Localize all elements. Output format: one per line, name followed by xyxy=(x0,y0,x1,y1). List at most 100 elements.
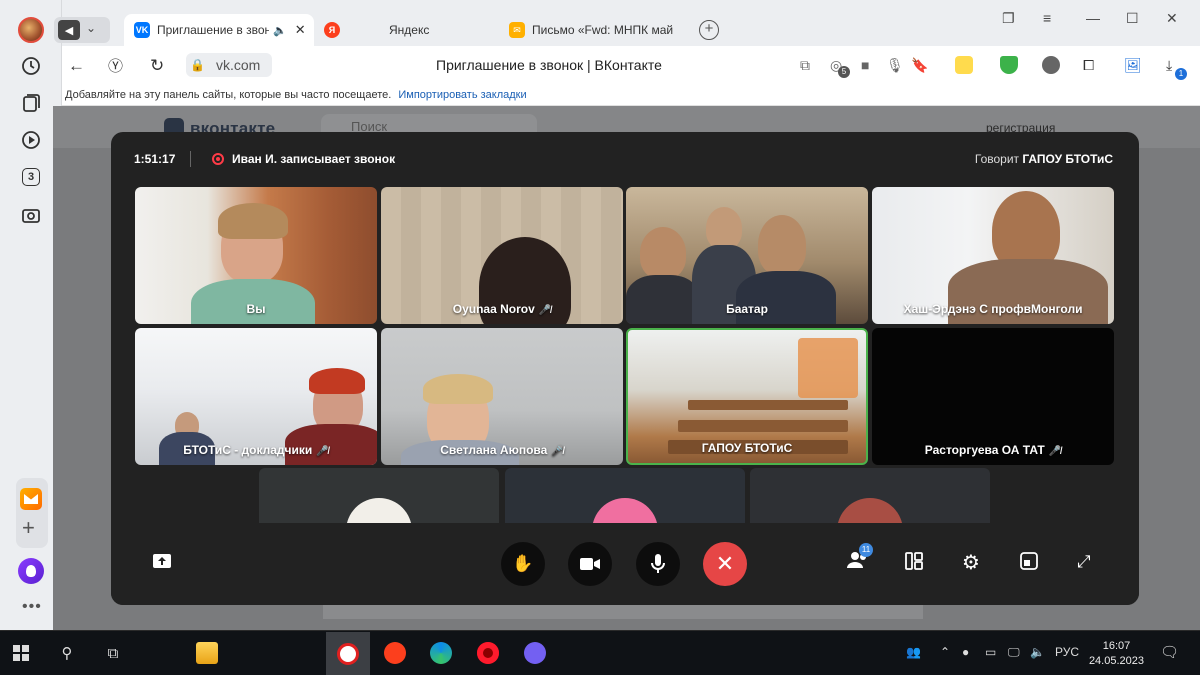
file-explorer-icon[interactable] xyxy=(194,640,220,666)
tray-app-icon[interactable]: ● xyxy=(962,645,969,659)
windows-start-icon[interactable] xyxy=(8,640,34,666)
video-call-window: 1:51:17 Иван И. записывает звонок Говори… xyxy=(111,132,1139,605)
minimize-button[interactable]: — xyxy=(1086,10,1100,26)
translate-icon[interactable]: ⧉ xyxy=(800,57,810,74)
microphone-toggle-button[interactable] xyxy=(636,542,680,586)
participant-tile-partial[interactable] xyxy=(750,468,990,523)
reload-button[interactable]: ↻ xyxy=(150,56,164,76)
profile-avatar[interactable] xyxy=(18,17,44,43)
tab-mail[interactable]: ✉ Письмо «Fwd: МНПК май xyxy=(499,14,689,46)
raise-hand-button[interactable]: ✋ xyxy=(501,542,545,586)
camera-icon[interactable]: ■ xyxy=(861,57,869,73)
add-app-icon[interactable]: + xyxy=(22,517,35,539)
participant-tile[interactable]: Хаш-Эрдэнэ С профвМонголи xyxy=(872,187,1114,324)
bookmarks-bar: Добавляйте на эту панель сайты, которые … xyxy=(62,86,1200,106)
back-button[interactable]: ← xyxy=(68,56,85,76)
history-icon[interactable] xyxy=(19,54,43,78)
puzzle-ext-icon[interactable]: ⧠ xyxy=(1083,57,1094,74)
participant-name: ГАПОУ БТОТиС xyxy=(701,441,793,455)
end-call-button[interactable]: ✕ xyxy=(703,542,747,586)
participant-tile[interactable]: БТОТиС - докладчики 🎤̸ xyxy=(135,328,377,465)
mic-muted-icon: 🎤̸ xyxy=(316,446,329,457)
counter-icon[interactable]: 3 xyxy=(19,165,43,189)
bookmark-panel-icon[interactable]: ❐ xyxy=(1002,10,1015,27)
participant-tile[interactable]: Светлана Аюпова 🎤̸ xyxy=(381,328,623,465)
header-divider xyxy=(190,151,191,167)
settings-gear-icon[interactable]: ⚙ xyxy=(962,550,980,575)
share-screen-icon[interactable] xyxy=(152,552,172,575)
tab-audio-icon[interactable]: 🔈 xyxy=(273,24,287,37)
participant-tile[interactable]: Расторгуева ОА ТАТ 🎤̸ xyxy=(872,328,1114,465)
bookmark-icon[interactable]: 🔖 xyxy=(911,57,928,74)
recording-icon xyxy=(212,153,224,165)
participant-tile-partial[interactable] xyxy=(259,468,499,523)
shield-ext-icon[interactable] xyxy=(1000,56,1018,74)
alice-assistant-icon[interactable] xyxy=(18,558,44,584)
participant-avatar xyxy=(346,498,412,523)
tab-close-icon[interactable]: ✕ xyxy=(295,22,306,38)
network-icon[interactable]: 🖵 xyxy=(1008,645,1020,660)
opera-browser-icon[interactable] xyxy=(475,640,501,666)
tab-vk-call[interactable]: VK Приглашение в звонок 🔈 ✕ xyxy=(124,14,314,46)
recording-status: Иван И. записывает звонок xyxy=(232,152,396,166)
search-icon[interactable]: ⚲ xyxy=(54,640,80,666)
participant-tile[interactable]: Вы xyxy=(135,187,377,324)
microphone-icon[interactable]: 🎙 xyxy=(886,57,904,74)
fullscreen-icon[interactable]: ⤢ xyxy=(1077,552,1091,572)
task-view-icon[interactable]: ⧉ xyxy=(100,640,126,666)
participant-name: Вы xyxy=(246,302,266,316)
yandex-ext-icon[interactable] xyxy=(955,56,973,74)
address-bar: ← Ⓨ ↻ vk.com 🔒 Приглашение в звонок | ВК… xyxy=(62,46,1200,86)
image-ext-icon[interactable]: 🖼 xyxy=(1124,57,1142,74)
more-icon[interactable]: ••• xyxy=(22,598,42,616)
language-indicator[interactable]: РУС xyxy=(1055,645,1079,659)
menu-icon[interactable]: ≡ xyxy=(1043,10,1051,26)
clock-time: 16:07 xyxy=(1102,640,1131,652)
tab-manager-button[interactable]: ◀ ⌄ xyxy=(54,17,110,43)
counter-value: 3 xyxy=(22,168,40,186)
minimize-call-icon[interactable] xyxy=(1020,552,1038,575)
collections-icon[interactable] xyxy=(19,91,43,115)
tab-label: Яндекс xyxy=(389,23,430,37)
circle-ext-icon[interactable] xyxy=(1042,56,1060,74)
mic-muted-icon: 🎤̸ xyxy=(1048,446,1062,457)
notifications-icon[interactable]: 🗨 xyxy=(1160,643,1179,661)
tab-label: Приглашение в звонок xyxy=(157,23,269,37)
edge-browser-icon[interactable] xyxy=(428,640,454,666)
lock-icon[interactable]: 🔒 xyxy=(190,58,205,72)
chevron-down-icon: ⌄ xyxy=(86,21,97,35)
participant-tile-partial[interactable] xyxy=(505,468,745,523)
participant-tile-active-speaker[interactable]: ГАПОУ БТОТиС xyxy=(626,328,868,465)
system-clock[interactable]: 16:07 24.05.2023 xyxy=(1089,639,1144,669)
mic-muted-icon: 🎤̸ xyxy=(538,305,552,316)
volume-icon[interactable]: 🔈 xyxy=(1030,645,1045,659)
people-icon[interactable]: 👥 xyxy=(906,645,921,659)
participant-tile[interactable]: Баатар xyxy=(626,187,868,324)
import-bookmarks-link[interactable]: Импортировать закладки xyxy=(398,89,526,101)
participant-avatar xyxy=(837,498,903,523)
clock-date: 24.05.2023 xyxy=(1088,655,1144,667)
yandex-taskbar-icon[interactable] xyxy=(382,640,408,666)
close-window-button[interactable]: ✕ xyxy=(1166,10,1178,27)
new-tab-button[interactable]: + xyxy=(699,20,719,40)
screenshot-icon[interactable] xyxy=(19,203,43,227)
tab-strip: ◀ ⌄ VK Приглашение в звонок 🔈 ✕ Я Яндекс… xyxy=(54,0,1200,46)
layout-grid-icon[interactable] xyxy=(905,552,923,575)
download-icon[interactable]: ⤓ xyxy=(1166,57,1172,74)
yandex-home-icon[interactable]: Ⓨ xyxy=(108,55,123,76)
camera-toggle-button[interactable] xyxy=(568,542,612,586)
battery-icon[interactable]: ▭ xyxy=(985,645,996,659)
viber-icon[interactable] xyxy=(522,640,548,666)
windows-taskbar: ⚲ ⧉ 👥 ⌃ ● ▭ 🖵 🔈 РУС 16:07 24.05.2023 🗨 xyxy=(0,630,1200,675)
mic-muted-icon: 🎤̸ xyxy=(551,446,564,457)
tab-yandex[interactable]: Я Яндекс xyxy=(314,14,504,46)
participant-name: Расторгуева ОА ТАТ 🎤̸ xyxy=(924,443,1062,457)
mail-app-icon[interactable] xyxy=(20,488,42,510)
participant-name: Светлана Аюпова 🎤̸ xyxy=(440,443,564,457)
mail-favicon-icon: ✉ xyxy=(509,22,525,38)
yandex-browser-taskbar-icon[interactable] xyxy=(326,632,370,675)
video-play-icon[interactable] xyxy=(19,128,43,152)
chevron-up-icon[interactable]: ⌃ xyxy=(940,645,950,659)
participant-tile[interactable]: Oyunaa Norov 🎤̸ xyxy=(381,187,623,324)
maximize-button[interactable]: ☐ xyxy=(1126,10,1139,27)
